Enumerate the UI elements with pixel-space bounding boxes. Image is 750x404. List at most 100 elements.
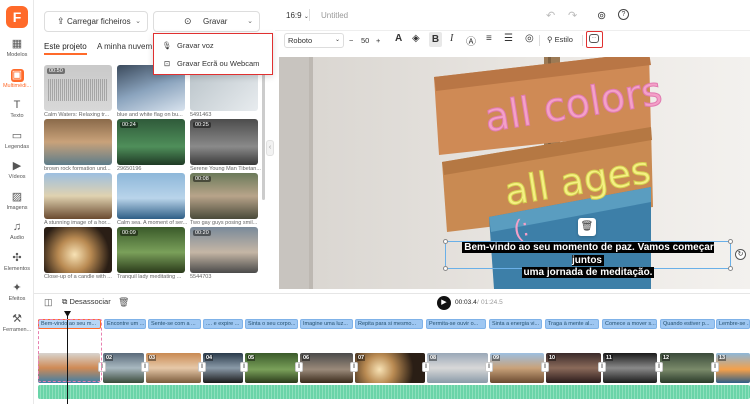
redo-icon[interactable]: ↷ [568, 9, 577, 22]
caption-clip[interactable]: Lembre-se ... [716, 319, 750, 329]
media-thumbnail[interactable]: 00:08 [190, 173, 258, 219]
resize-handle[interactable] [728, 266, 733, 271]
video-clip[interactable]: 05 [245, 353, 298, 383]
caption-clip[interactable]: Repita para si mesmo... [355, 319, 423, 329]
detach-audio-button[interactable]: ⧉ Desassociar [62, 297, 111, 307]
bold-icon[interactable]: B [429, 32, 442, 47]
media-thumbnail[interactable]: 00:50 [44, 65, 112, 111]
chevron-down-icon[interactable]: ⌄ [247, 12, 253, 31]
caption-clip[interactable]: Bem-vindo ao seu m... [38, 319, 101, 329]
caption-selection-box[interactable]: Bem-vindo ao seu momento de paz. Vamos c… [443, 239, 733, 278]
media-thumbnail[interactable] [44, 173, 112, 219]
transition-icon[interactable]: ‖ [98, 362, 106, 372]
align-center-icon[interactable]: ≡ [486, 33, 492, 44]
minus-icon[interactable]: − [349, 33, 353, 48]
video-clip[interactable]: 06 [300, 353, 353, 383]
transition-icon[interactable]: ‖ [198, 362, 206, 372]
video-clip[interactable]: 08 [427, 353, 488, 383]
collapse-panel-button[interactable]: ‹ [266, 140, 274, 156]
record-button[interactable]: ⊙ Gravar ⌄ [153, 11, 260, 32]
aspect-ratio-select[interactable]: 16:9 ⌄ [286, 11, 309, 20]
caption-clip[interactable]: Sente-se com a ... [148, 319, 201, 329]
style-button[interactable]: ⚲ Estilo [547, 35, 573, 44]
transition-icon[interactable]: ‖ [655, 362, 663, 372]
tab-my-cloud[interactable]: A minha nuvem [97, 42, 152, 51]
caption-clip[interactable]: .... e expire ... [203, 319, 243, 329]
opacity-icon[interactable]: ◎ [525, 33, 534, 44]
caption-clip[interactable]: Encontre um ... [104, 319, 146, 329]
nav-item-3[interactable]: ▭ Legendas [1, 130, 33, 160]
caption-clip[interactable]: Sinta o seu corpo... [245, 319, 298, 329]
transition-icon[interactable]: ‖ [240, 362, 248, 372]
upload-files-button[interactable]: ⇪ Carregar ficheiros ⌄ [44, 11, 148, 32]
video-clip[interactable]: 04 [203, 353, 243, 383]
nav-item-1[interactable]: ▣ Multimédi... [1, 68, 33, 99]
caption-clip[interactable]: Permita-se ouvir o... [426, 319, 486, 329]
caption-clip[interactable]: Comece a mover s... [602, 319, 657, 329]
video-clip[interactable]: 09 [490, 353, 544, 383]
font-size-stepper[interactable]: − 50 + [349, 33, 386, 48]
resize-handle[interactable] [728, 239, 733, 244]
nav-item-9[interactable]: ⚒ Ferramen... [1, 313, 33, 343]
nav-item-8[interactable]: ✦ Efeitos [1, 282, 33, 312]
video-clip[interactable]: 12 [660, 353, 714, 383]
transition-icon[interactable]: ‖ [598, 362, 606, 372]
highlight-color-icon[interactable]: ◈ [412, 33, 420, 44]
plus-icon[interactable]: + [376, 33, 380, 48]
nav-item-5[interactable]: ▨ Imagens [1, 191, 33, 221]
media-thumbnail[interactable]: 00:24 [117, 119, 185, 165]
nav-item-4[interactable]: ▶ Vídeos [1, 160, 33, 190]
transition-icon[interactable]: ‖ [711, 362, 719, 372]
media-thumbnail[interactable]: 00:25 [190, 119, 258, 165]
caption-clip[interactable]: Quando estiver p... [660, 319, 715, 329]
video-clip[interactable]: 10 [546, 353, 601, 383]
transition-icon[interactable]: ‖ [295, 362, 303, 372]
transition-icon[interactable]: ‖ [141, 362, 149, 372]
font-case-icon[interactable]: Ⓐ [466, 33, 476, 48]
resize-handle[interactable] [443, 266, 448, 271]
split-icon[interactable]: ◫ [44, 297, 53, 308]
video-canvas[interactable]: all colors all ages (: 🗑 Bem-vindo ao se… [279, 57, 750, 289]
nav-item-6[interactable]: ♫ Áudio [1, 221, 33, 251]
video-clip[interactable]: 03 [146, 353, 201, 383]
transition-icon[interactable]: ‖ [485, 362, 493, 372]
caption-clip[interactable]: Imagine uma luz... [300, 319, 353, 329]
tab-this-project[interactable]: Este projeto [44, 42, 87, 55]
menu-item-record-voice[interactable]: 🎙 Gravar voz [162, 41, 213, 50]
playhead-line[interactable] [67, 312, 68, 404]
audio-track[interactable] [38, 385, 750, 399]
project-title[interactable]: Untitled [321, 11, 348, 20]
chevron-down-icon[interactable]: ⌄ [135, 12, 141, 31]
caption-clip[interactable]: Traga à mente al... [545, 319, 599, 329]
line-spacing-icon[interactable]: ☰ [504, 33, 513, 44]
italic-icon[interactable]: I [450, 33, 453, 44]
media-thumbnail[interactable] [44, 119, 112, 165]
nav-item-2[interactable]: T Texto [1, 99, 33, 129]
video-clip[interactable]: 07 [355, 353, 425, 383]
nav-item-0[interactable]: ▦ Modelos [1, 38, 33, 68]
transition-icon[interactable]: ‖ [422, 362, 430, 372]
delete-icon[interactable]: 🗑 [578, 218, 596, 236]
panel-scrollbar[interactable] [262, 60, 265, 200]
media-thumbnail[interactable] [117, 173, 185, 219]
video-clip[interactable]: 02 [103, 353, 144, 383]
video-clip[interactable]: 13 [716, 353, 750, 383]
transition-icon[interactable]: ‖ [541, 362, 549, 372]
transition-icon[interactable]: ‖ [350, 362, 358, 372]
menu-item-record-screen[interactable]: ⊡ Gravar Ecrã ou Webcam [162, 59, 260, 68]
media-thumbnail[interactable] [44, 227, 112, 273]
rotate-icon[interactable]: ↻ [735, 249, 746, 260]
undo-icon[interactable]: ↶ [546, 9, 555, 22]
screenshot-icon[interactable]: ⊚ [597, 9, 606, 22]
media-thumbnail[interactable]: 00:20 [190, 227, 258, 273]
trash-icon[interactable]: 🗑 [118, 297, 129, 308]
font-family-select[interactable]: Roboto ⌄ [284, 33, 344, 48]
video-clip[interactable] [38, 353, 100, 383]
video-clip[interactable]: 11 [603, 353, 657, 383]
play-button[interactable]: ▶ [437, 296, 451, 310]
text-to-speech-button[interactable]: ··· [586, 31, 603, 48]
text-color-icon[interactable]: A [395, 33, 402, 44]
nav-item-7[interactable]: ✣ Elementos [1, 252, 33, 282]
help-icon[interactable]: ? [618, 9, 629, 20]
resize-handle[interactable] [443, 239, 448, 244]
